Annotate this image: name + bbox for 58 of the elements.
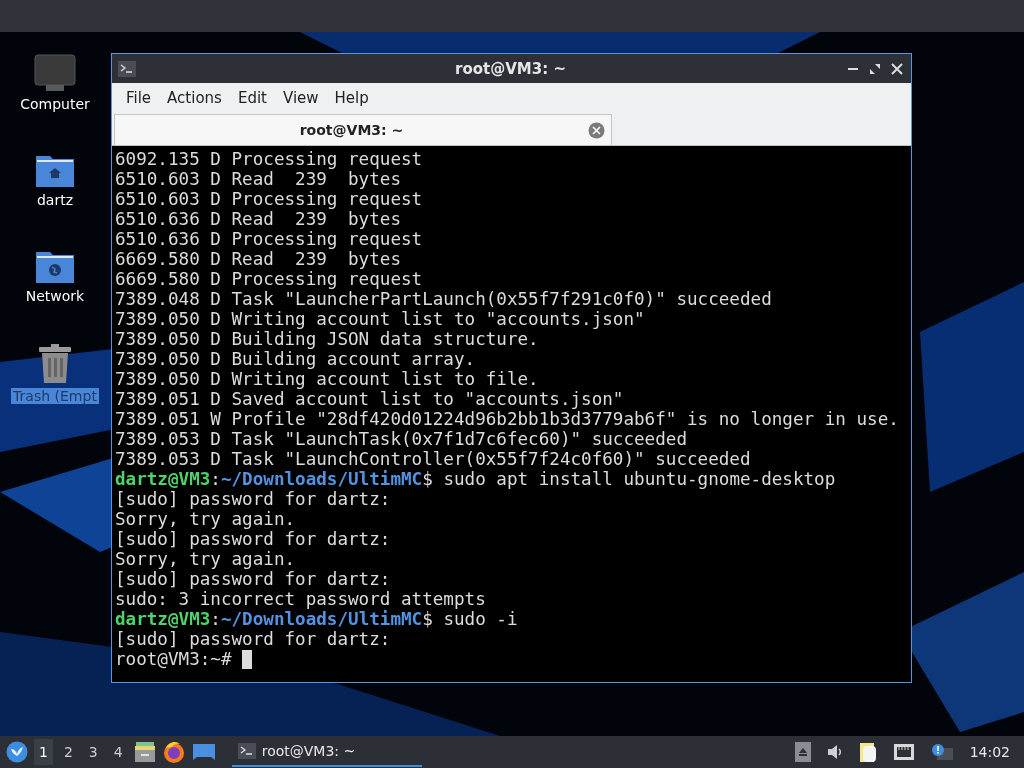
- terminal-line: 7389.048 D Task "LauncherPartLaunch(0x55f7f291c0f0)" succeeded: [115, 289, 773, 309]
- clock: 14:02: [969, 744, 1010, 760]
- taskbar-button[interactable]: root@VM3: ~: [231, 737, 422, 767]
- desktop-icon-label[interactable]: dartz: [34, 192, 76, 208]
- close-tab-icon[interactable]: [588, 121, 605, 139]
- terminal-line: 6669.580 D Processing request: [115, 269, 424, 289]
- terminal-line: 6510.636 D Processing request: [115, 229, 424, 249]
- terminal-line: dartz@VM3:~/Downloads/UltimMC$ sudo -i: [115, 609, 519, 629]
- terminal-line: 6510.603 D Processing request: [115, 189, 424, 209]
- terminal-line: Sorry, try again.: [115, 549, 297, 569]
- terminal-line: root@VM3:~#: [115, 649, 911, 669]
- workspace-button[interactable]: 4: [108, 739, 128, 765]
- terminal-line: 6510.636 D Read 239 bytes: [115, 209, 402, 229]
- terminal-line: 7389.051 W Profile "28df420d01224d96b2bb1b3d3779ab6f" is no longer in use.: [115, 409, 900, 429]
- window-title: root@VM3: ~: [454, 59, 567, 78]
- ethernet-icon[interactable]: [892, 743, 915, 761]
- terminal-line: 7389.053 D Task "LaunchController(0x55f7f24c0f60)" succeeded: [115, 449, 752, 469]
- terminal-line: 6510.603 D Read 239 bytes: [115, 169, 402, 189]
- terminal-line: sudo: 3 incorrect password attempts: [115, 589, 487, 609]
- terminal-line: 6669.580 D Read 239 bytes: [115, 249, 402, 269]
- terminal-icon: [237, 743, 256, 759]
- terminal-line: 7389.050 D Writing account list to file.: [115, 369, 540, 389]
- monitor-icon: [34, 54, 76, 92]
- browser-icon[interactable]: [161, 740, 186, 764]
- terminal-line: 7389.050 D Building account array.: [115, 349, 477, 369]
- desktop-icon-label[interactable]: Network: [23, 288, 87, 304]
- menu-item[interactable]: Edit: [229, 89, 275, 107]
- trash-icon: [37, 344, 73, 384]
- terminal-icon: [118, 60, 136, 77]
- menu-item[interactable]: Actions: [159, 89, 230, 107]
- terminal-line: 7389.050 D Building JSON data structure.: [115, 329, 540, 349]
- clipboard-icon[interactable]: [858, 741, 877, 763]
- workspace-button[interactable]: 1: [34, 739, 53, 765]
- terminal-line: 7389.050 D Writing account list to "accounts.json": [115, 309, 646, 329]
- file-cabinet-icon[interactable]: [133, 741, 156, 763]
- terminal-line: Sorry, try again.: [115, 509, 297, 529]
- menu-item[interactable]: Help: [326, 89, 377, 107]
- terminal-line: [sudo] password for dartz:: [115, 489, 392, 509]
- desktop-icon-label[interactable]: Computer: [18, 96, 92, 112]
- workspace-button[interactable]: 3: [83, 739, 103, 765]
- terminal-line: [sudo] password for dartz:: [115, 629, 392, 649]
- eject-icon[interactable]: [794, 742, 811, 762]
- window-icon[interactable]: [191, 742, 216, 762]
- close-icon[interactable]: [891, 62, 903, 75]
- terminal-line: [sudo] password for dartz:: [115, 569, 392, 589]
- notification-icon[interactable]: [930, 743, 953, 761]
- menu-item[interactable]: File: [118, 89, 160, 107]
- menu-item[interactable]: View: [274, 89, 327, 107]
- terminal-line: [sudo] password for dartz:: [115, 529, 392, 549]
- terminal-line: 7389.051 D Saved account list to "accounts.json": [115, 389, 625, 409]
- terminal-line: 6092.135 D Processing request: [115, 149, 424, 169]
- workspace-button[interactable]: 2: [58, 739, 78, 765]
- terminal-tab[interactable]: root@VM3: ~: [114, 114, 612, 145]
- start-menu-icon[interactable]: [6, 741, 28, 763]
- maximize-icon[interactable]: [869, 62, 881, 75]
- speaker-icon[interactable]: [826, 744, 843, 760]
- terminal-line: dartz@VM3:~/Downloads/UltimMC$ sudo apt install ubuntu-gnome-desktop: [115, 469, 837, 489]
- terminal-line: 7389.053 D Task "LaunchTask(0x7f1d7c6fec60)" succeeded: [115, 429, 688, 449]
